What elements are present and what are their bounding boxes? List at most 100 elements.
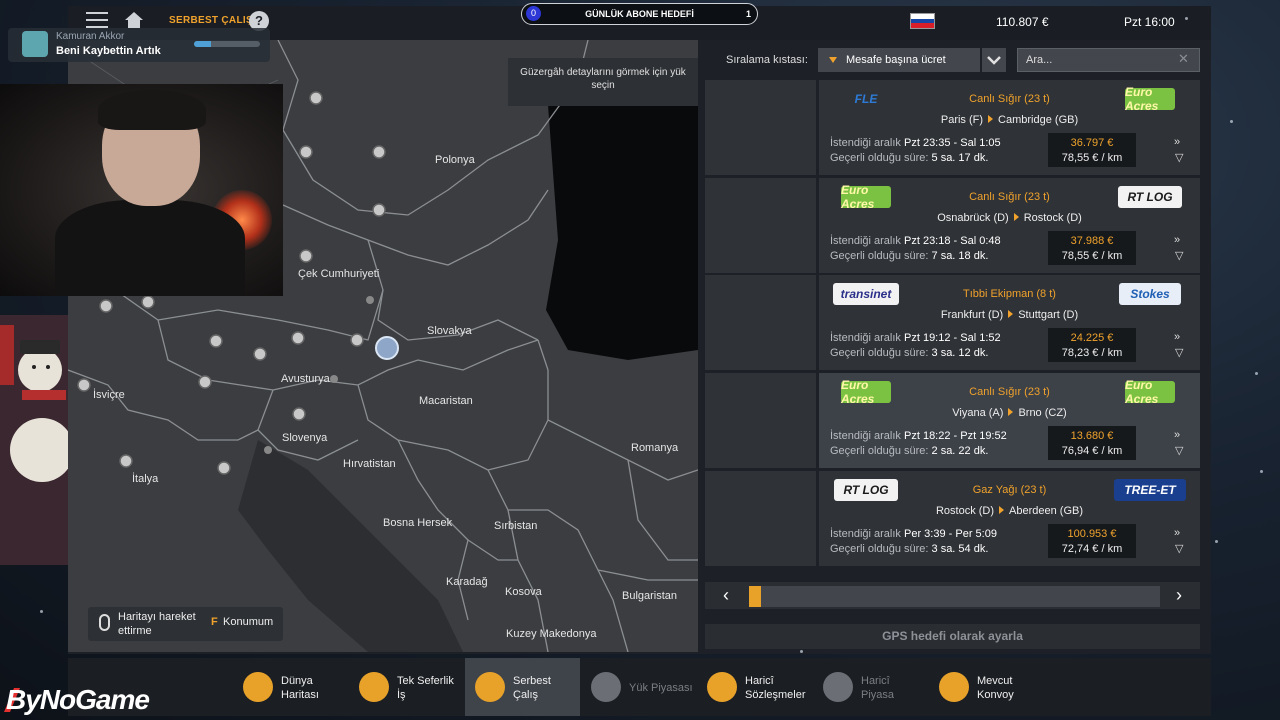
trailer-thumbnail[interactable] [705, 80, 816, 175]
subscriber-goal-bar: 0 GÜNLÜK ABONE HEDEFİ 1 [521, 3, 758, 25]
nav-tab-label: Haricî Piyasa [861, 675, 895, 701]
chevron-right-icon[interactable]: › [1167, 583, 1191, 608]
viewer-name: Kamuran Akkor [56, 31, 125, 42]
page-indicator[interactable] [760, 586, 773, 607]
arrow-right-icon [988, 115, 994, 123]
nav-tab[interactable]: Yük Piyasası [581, 658, 697, 716]
urgency-icon: » [1174, 527, 1181, 539]
page-indicator[interactable] [983, 586, 996, 607]
page-indicator[interactable] [1019, 586, 1032, 607]
offer-validity: Geçerli olduğu süre: 3 sa. 12 dk. [830, 347, 989, 359]
external-market-icon [823, 672, 853, 702]
page-indicator[interactable] [784, 586, 797, 607]
my-location-button[interactable]: Konumum [223, 616, 273, 628]
nav-tab[interactable]: Tek Seferlik İş [349, 658, 464, 716]
page-indicator[interactable] [995, 586, 1008, 607]
nav-tab-label: Tek Seferlik İş [397, 675, 454, 701]
page-indicator[interactable] [772, 586, 785, 607]
page-indicator[interactable] [1007, 586, 1020, 607]
trailer-thumbnail[interactable] [705, 471, 816, 566]
page-indicator[interactable] [749, 586, 761, 607]
song-progress [194, 41, 260, 47]
nav-tab[interactable]: Mevcut Konvoy [929, 658, 1045, 716]
chevron-left-icon[interactable]: ‹ [714, 583, 738, 608]
home-icon[interactable] [124, 11, 144, 29]
convoy-icon [939, 672, 969, 702]
nav-tab-label: Mevcut Konvoy [977, 675, 1014, 701]
page-indicator[interactable] [936, 586, 949, 607]
urgency-icon: » [1174, 136, 1181, 148]
job-price: 36.797 € [1070, 137, 1114, 149]
urgency-icon: » [1174, 331, 1181, 343]
chevron-down-icon[interactable] [982, 48, 1006, 72]
country-label: Çek Cumhuriyeti [298, 268, 380, 280]
page-indicator[interactable] [913, 586, 926, 607]
arrow-right-icon [1008, 310, 1014, 318]
country-label: Bosna Hersek [383, 517, 453, 529]
snowflake [1260, 470, 1263, 473]
page-indicator[interactable] [972, 586, 985, 607]
nav-tab[interactable]: Dünya Haritası [233, 658, 348, 716]
trailer-thumbnail[interactable] [705, 275, 816, 370]
nav-tab[interactable]: Serbest Çalış [465, 658, 580, 716]
nav-tab[interactable]: Haricî Sözleşmeler [697, 658, 813, 716]
search-input[interactable] [1020, 50, 1170, 70]
page-indicator[interactable] [1030, 586, 1043, 607]
page-indicator[interactable] [925, 586, 938, 607]
money-balance: 110.807 € [996, 15, 1049, 29]
page-indicator[interactable] [1148, 586, 1161, 607]
job-price: 100.953 € [1067, 528, 1117, 540]
price-per-km: 76,94 € / km [1061, 445, 1123, 457]
external-contracts-icon [707, 672, 737, 702]
nav-tab-label: Dünya Haritası [281, 675, 319, 701]
offer-validity: Geçerli olduğu süre: 5 sa. 17 dk. [830, 152, 989, 164]
page-indicator[interactable] [878, 586, 891, 607]
page-indicator[interactable] [1113, 586, 1125, 607]
country-label: Kosova [505, 586, 542, 598]
snowflake [1185, 17, 1188, 20]
delivery-window-value: Pzt 18:22 - Pzt 19:52 [904, 430, 1007, 442]
cargo-name: Tıbbi Ekipman (8 t) [963, 288, 1056, 300]
country-label: Slovenya [282, 432, 328, 444]
close-icon[interactable]: ✕ [1178, 51, 1189, 67]
page-indicator[interactable] [831, 586, 844, 607]
page-indicator[interactable] [901, 586, 914, 607]
route-origin: Paris (F) [940, 114, 984, 126]
job-route: Paris (F) Cambridge (GB) [819, 114, 1200, 126]
page-indicator[interactable] [1136, 586, 1149, 607]
snowflake [1255, 372, 1258, 375]
route-origin: Viyana (A) [952, 407, 1004, 419]
mouse-icon [99, 614, 110, 631]
country-label: İtalya [132, 473, 159, 485]
page-indicator[interactable] [866, 586, 879, 607]
nav-tab[interactable]: Haricî Piyasa [813, 658, 929, 716]
trailer-thumbnail[interactable] [705, 373, 816, 468]
country-label: Avusturya [281, 373, 330, 385]
page-indicator[interactable] [1077, 586, 1090, 607]
route-origin: Osnabrück (D) [937, 212, 1009, 224]
page-indicator[interactable] [842, 586, 855, 607]
page-indicator[interactable] [1124, 586, 1137, 607]
country-label: Bulgaristan [622, 590, 678, 602]
cargo-type-icon: ▽ [1175, 152, 1184, 164]
page-indicator[interactable] [1101, 586, 1114, 607]
page-indicator[interactable] [819, 586, 832, 607]
job-route: Rostock (D) Aberdeen (GB) [819, 505, 1200, 517]
page-indicator[interactable] [1066, 586, 1079, 607]
snowman-decoration [0, 315, 68, 565]
trailer-thumbnail[interactable] [705, 178, 816, 273]
set-gps-button[interactable]: GPS hedefi olarak ayarla [705, 624, 1200, 649]
menu-icon[interactable] [86, 12, 108, 28]
page-indicator[interactable] [1054, 586, 1067, 607]
page-indicator[interactable] [854, 586, 867, 607]
page-indicator[interactable] [807, 586, 820, 607]
page-indicator[interactable] [889, 586, 902, 607]
delivery-window-value: Pzt 19:12 - Sal 1:52 [904, 332, 1001, 344]
page-indicator[interactable] [1042, 586, 1055, 607]
price-per-km: 78,55 € / km [1061, 152, 1123, 164]
snowflake [1230, 120, 1233, 123]
page-indicator[interactable] [1089, 586, 1102, 607]
page-indicator[interactable] [960, 586, 973, 607]
page-indicator[interactable] [948, 586, 961, 607]
page-indicator[interactable] [796, 586, 808, 607]
